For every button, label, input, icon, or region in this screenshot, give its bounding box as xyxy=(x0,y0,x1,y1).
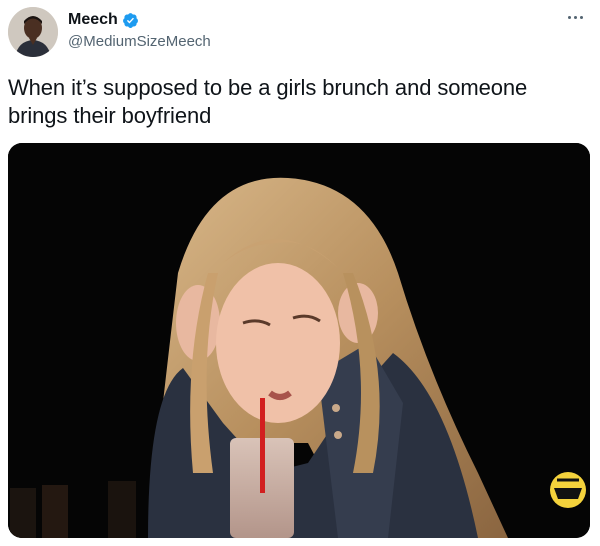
ellipsis-icon xyxy=(580,16,583,19)
author-name-row: Meech xyxy=(68,10,139,30)
hot-ones-logo-icon xyxy=(585,507,586,508)
more-options-button[interactable] xyxy=(566,10,586,24)
meme-photo xyxy=(8,143,590,538)
ellipsis-icon xyxy=(574,16,577,19)
tweet-text: When it’s supposed to be a girls brunch … xyxy=(8,75,528,128)
author-avatar[interactable] xyxy=(8,7,58,57)
author-handle[interactable]: @MediumSizeMeech xyxy=(68,33,211,50)
ellipsis-icon xyxy=(568,16,571,19)
tweet-media-photo[interactable] xyxy=(8,143,590,538)
person-avatar-icon xyxy=(8,7,58,57)
tweet-card: Meech @MediumSizeMeech When it’s suppose… xyxy=(0,0,600,546)
verified-badge-icon xyxy=(122,12,138,28)
author-display-name[interactable]: Meech xyxy=(68,10,118,30)
